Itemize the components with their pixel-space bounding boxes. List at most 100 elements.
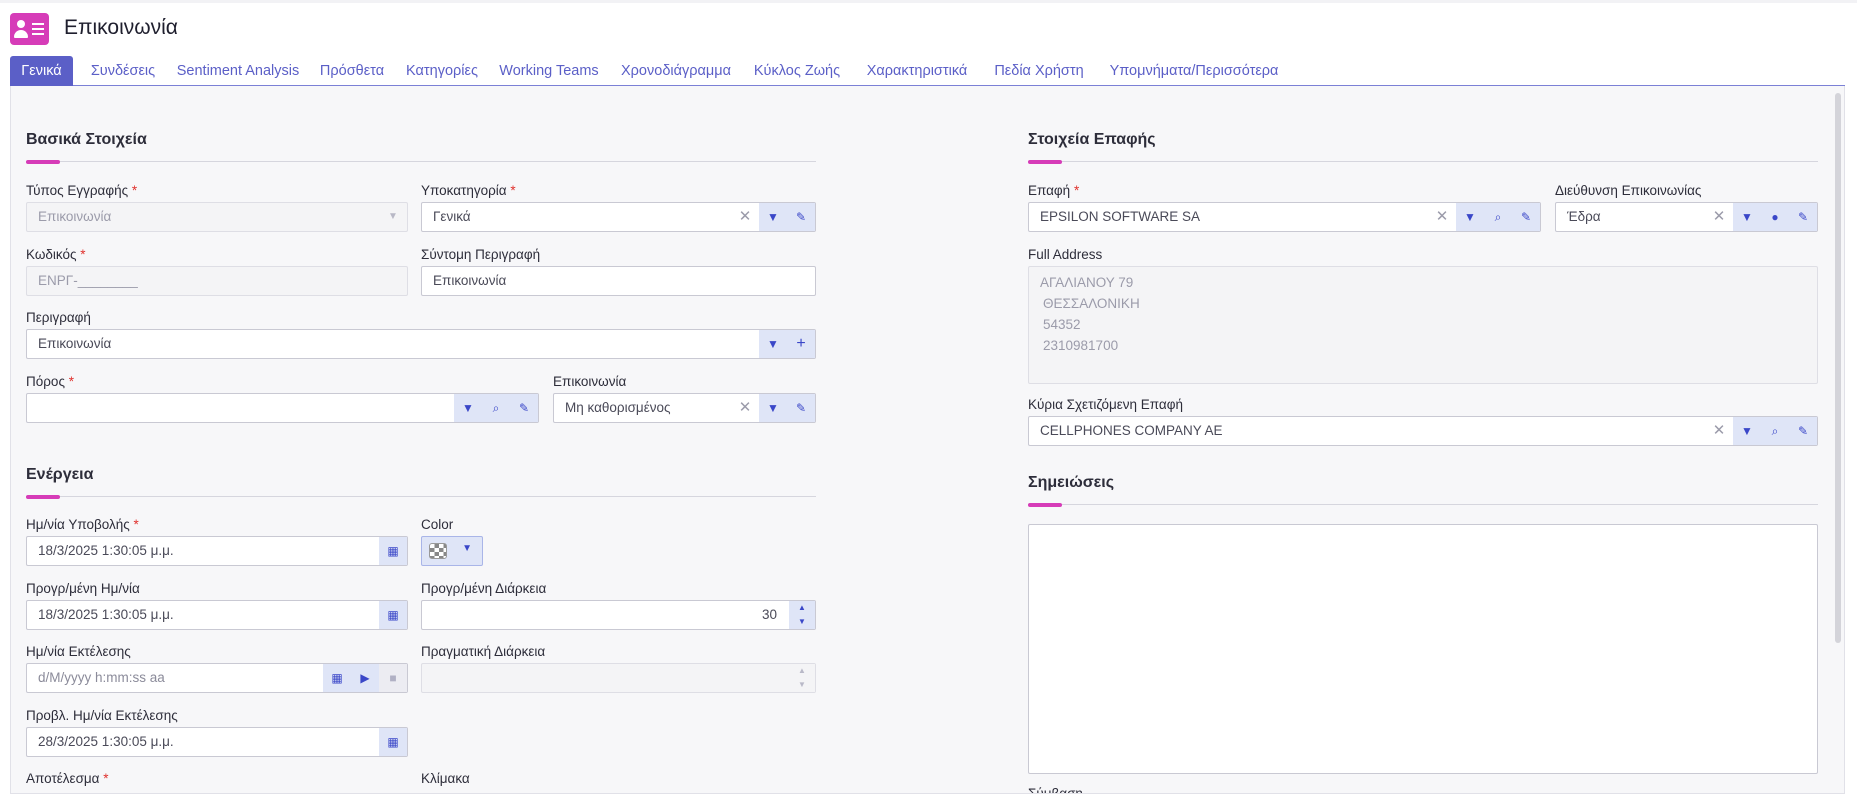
tab-lifecycle[interactable]: Κύκλος Ζωής <box>746 56 848 86</box>
notes-textarea[interactable] <box>1028 524 1818 774</box>
communication-label: Επικοινωνία <box>553 374 627 389</box>
stop-icon[interactable]: ■ <box>379 664 407 692</box>
tab-schedule[interactable]: Χρονοδιάγραμμα <box>613 56 739 86</box>
record-type-select[interactable]: Επικοινωνία ▼ <box>26 202 408 232</box>
section-title-notes: Σημειώσεις <box>1028 474 1115 491</box>
address-line: ΑΓΑΛΙΑΝΟΥ 79 <box>1040 275 1134 290</box>
clear-icon[interactable]: ✕ <box>735 394 755 422</box>
contact-value: EPSILON SOFTWARE SA <box>1040 209 1201 224</box>
section-accent <box>26 160 60 164</box>
main-related-label: Κύρια Σχετιζόμενη Επαφή <box>1028 397 1183 412</box>
stepper-down-icon[interactable]: ▼ <box>789 615 815 629</box>
tab-general[interactable]: Γενικά <box>10 56 73 86</box>
code-label: Κωδικός <box>26 247 77 262</box>
tab-user-fields[interactable]: Πεδία Χρήστη <box>986 56 1092 86</box>
tab-categories[interactable]: Κατηγορίες <box>399 56 485 86</box>
section-divider <box>26 496 816 497</box>
section-accent <box>1028 503 1062 507</box>
color-label: Color <box>421 517 454 532</box>
edit-pencil-icon[interactable]: ✎ <box>787 203 815 231</box>
chevron-down-icon[interactable]: ▼ <box>1456 203 1484 231</box>
submit-date-label: Ημ/νία Υποβολής <box>26 517 130 532</box>
subcategory-select[interactable]: Γενικά ✕ ▼ ✎ <box>421 202 816 232</box>
tab-extras[interactable]: Πρόσθετα <box>312 56 392 86</box>
clear-icon[interactable]: ✕ <box>1709 417 1729 445</box>
short-desc-value: Επικοινωνία <box>433 273 507 288</box>
planned-date-input[interactable]: 18/3/2025 1:30:05 μ.μ. ▦ <box>26 600 408 630</box>
record-type-label: Τύπος Εγγραφής <box>26 183 129 198</box>
edit-pencil-icon[interactable]: ✎ <box>1512 203 1540 231</box>
result-label: Αποτέλεσμα <box>26 771 100 786</box>
tab-notes-more[interactable]: Υπομνήματα/Περισσότερα <box>1099 56 1289 86</box>
communication-select[interactable]: Μη καθορισμένος ✕ ▼ ✎ <box>553 393 816 423</box>
map-pin-icon[interactable]: ● <box>1761 203 1789 231</box>
forecast-exec-date-input[interactable]: 28/3/2025 1:30:05 μ.μ. ▦ <box>26 727 408 757</box>
chevron-down-icon[interactable]: ▼ <box>759 330 787 358</box>
edit-pencil-icon[interactable]: ✎ <box>510 394 538 422</box>
chevron-down-icon: ▼ <box>462 543 472 554</box>
address-label: Διεύθυνση Επικοινωνίας <box>1555 183 1702 198</box>
edit-pencil-icon[interactable]: ✎ <box>1789 203 1817 231</box>
stepper-down-icon: ▼ <box>798 680 806 689</box>
tab-connections[interactable]: Συνδέσεις <box>82 56 164 86</box>
resource-select[interactable]: ▼ ⌕ ✎ <box>26 393 539 423</box>
clear-icon[interactable]: ✕ <box>1709 203 1729 231</box>
form-panel: Βασικά Στοιχεία Τύπος Εγγραφής * Επικοιν… <box>10 86 1845 794</box>
tab-working-teams[interactable]: Working Teams <box>492 56 606 86</box>
calendar-icon[interactable]: ▦ <box>379 728 407 756</box>
tab-sentiment-analysis[interactable]: Sentiment Analysis <box>170 56 306 86</box>
add-plus-icon[interactable]: + <box>787 330 815 358</box>
duration-stepper: ▲ ▼ <box>789 664 815 692</box>
full-address-label: Full Address <box>1028 247 1103 262</box>
vertical-scrollbar[interactable] <box>1835 93 1841 643</box>
submit-date-input[interactable]: 18/3/2025 1:30:05 μ.μ. ▦ <box>26 536 408 566</box>
chevron-down-icon[interactable]: ▼ <box>759 394 787 422</box>
exec-date-input[interactable]: d/M/yyyy h:mm:ss aa ▦ ▶ ■ <box>26 663 408 693</box>
planned-duration-input[interactable]: 30 ▲ ▼ <box>421 600 816 630</box>
section-accent <box>1028 160 1062 164</box>
section-divider <box>26 161 816 162</box>
edit-pencil-icon[interactable]: ✎ <box>1789 417 1817 445</box>
chevron-down-icon[interactable]: ▼ <box>759 203 787 231</box>
code-value: ΕΝΡΓ-________ <box>38 273 138 288</box>
calendar-icon[interactable]: ▦ <box>379 601 407 629</box>
color-picker[interactable]: ▼ <box>421 536 483 566</box>
search-icon[interactable]: ⌕ <box>1484 203 1512 231</box>
clear-icon[interactable]: ✕ <box>735 203 755 231</box>
contract-label: Σύμβαση <box>1028 786 1083 793</box>
clear-icon[interactable]: ✕ <box>1432 203 1452 231</box>
color-swatch <box>429 543 447 559</box>
forecast-exec-date-value: 28/3/2025 1:30:05 μ.μ. <box>38 734 174 749</box>
tab-characteristics[interactable]: Χαρακτηριστικά <box>855 56 979 86</box>
main-related-value: CELLPHONES COMPANY AE <box>1040 423 1223 438</box>
stepper-up-icon[interactable]: ▲ <box>789 601 815 615</box>
section-accent <box>26 495 60 499</box>
section-divider <box>1028 161 1818 162</box>
search-icon[interactable]: ⌕ <box>1761 417 1789 445</box>
calendar-icon[interactable]: ▦ <box>323 664 351 692</box>
description-label: Περιγραφή <box>26 310 91 325</box>
search-icon[interactable]: ⌕ <box>482 394 510 422</box>
edit-pencil-icon[interactable]: ✎ <box>787 394 815 422</box>
play-icon[interactable]: ▶ <box>351 664 379 692</box>
actual-duration-label: Πραγματική Διάρκεια <box>421 644 546 659</box>
duration-stepper[interactable]: ▲ ▼ <box>789 601 815 629</box>
address-select[interactable]: Έδρα ✕ ▼ ● ✎ <box>1555 202 1818 232</box>
contact-card-icon <box>10 13 49 45</box>
address-value: Έδρα <box>1567 209 1601 224</box>
chevron-down-icon[interactable]: ▼ <box>454 394 482 422</box>
scale-label: Κλίμακα <box>421 771 470 786</box>
top-bar: Επικοινωνία <box>0 0 1857 52</box>
chevron-down-icon[interactable]: ▼ <box>1733 417 1761 445</box>
resource-label: Πόρος <box>26 374 65 389</box>
subcategory-value: Γενικά <box>433 209 471 224</box>
description-select[interactable]: Επικοινωνία ▼ + <box>26 329 816 359</box>
short-desc-input[interactable]: Επικοινωνία <box>421 266 816 296</box>
main-related-select[interactable]: CELLPHONES COMPANY AE ✕ ▼ ⌕ ✎ <box>1028 416 1818 446</box>
calendar-icon[interactable]: ▦ <box>379 537 407 565</box>
section-divider <box>1028 504 1818 505</box>
contact-select[interactable]: EPSILON SOFTWARE SA ✕ ▼ ⌕ ✎ <box>1028 202 1541 232</box>
short-desc-label: Σύντομη Περιγραφή <box>421 247 541 262</box>
chevron-down-icon[interactable]: ▼ <box>1733 203 1761 231</box>
planned-duration-label: Προγρ/μένη Διάρκεια <box>421 581 547 596</box>
